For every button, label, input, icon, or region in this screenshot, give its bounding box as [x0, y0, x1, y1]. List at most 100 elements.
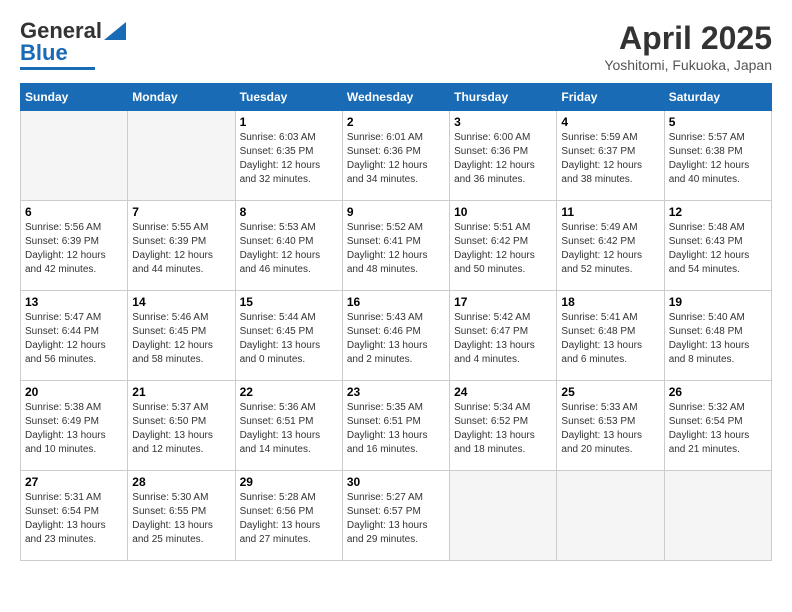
- calendar-day-cell: 13Sunrise: 5:47 AMSunset: 6:44 PMDayligh…: [21, 291, 128, 381]
- calendar-day-cell: [128, 111, 235, 201]
- calendar-table: SundayMondayTuesdayWednesdayThursdayFrid…: [20, 83, 772, 561]
- day-of-week-header: Thursday: [450, 84, 557, 111]
- day-info: Sunrise: 5:27 AMSunset: 6:57 PMDaylight:…: [347, 491, 445, 547]
- logo-underline: [20, 67, 95, 70]
- calendar-day-cell: [21, 111, 128, 201]
- day-number: 19: [669, 295, 767, 309]
- calendar-day-cell: 26 Sunrise: 5:32 AMSunset: 6:54 PMDayligh…: [664, 381, 771, 471]
- calendar-week-row: 1 Sunrise: 6:03 AMSunset: 6:35 PMDaylight…: [21, 111, 772, 201]
- calendar-week-row: 6Sunrise: 5:56 AMSunset: 6:39 PMDaylight…: [21, 201, 772, 291]
- day-info: Sunrise: 5:47 AMSunset: 6:44 PMDaylight:…: [25, 311, 123, 367]
- calendar-day-cell: [557, 471, 664, 561]
- day-of-week-header: Sunday: [21, 84, 128, 111]
- calendar-week-row: 27Sunrise: 5:31 AMSunset: 6:54 PMDayligh…: [21, 471, 772, 561]
- day-info: Sunrise: 5:53 AMSunset: 6:40 PMDaylight:…: [240, 221, 338, 277]
- calendar-day-cell: 23 Sunrise: 5:35 AMSunset: 6:51 PMDayligh…: [342, 381, 449, 471]
- calendar-day-cell: 15 Sunrise: 5:44 AMSunset: 6:45 PMDayligh…: [235, 291, 342, 381]
- day-of-week-header: Friday: [557, 84, 664, 111]
- calendar-day-cell: 25 Sunrise: 5:33 AMSunset: 6:53 PMDayligh…: [557, 381, 664, 471]
- calendar-day-cell: 14Sunrise: 5:46 AMSunset: 6:45 PMDayligh…: [128, 291, 235, 381]
- day-info: Sunrise: 5:38 AMSunset: 6:49 PMDaylight:…: [25, 401, 123, 457]
- calendar-day-cell: 28Sunrise: 5:30 AMSunset: 6:55 PMDayligh…: [128, 471, 235, 561]
- day-info: Sunrise: 6:03 AMSunset: 6:35 PMDaylight:…: [240, 131, 338, 187]
- calendar-day-cell: 20 Sunrise: 5:38 AMSunset: 6:49 PMDayligh…: [21, 381, 128, 471]
- logo-blue-text: Blue: [20, 42, 68, 64]
- day-number: 11: [561, 205, 659, 219]
- month-year-title: April 2025: [604, 20, 772, 57]
- day-info: Sunrise: 5:32 AMSunset: 6:54 PMDaylight:…: [669, 401, 767, 457]
- calendar-day-cell: 29Sunrise: 5:28 AMSunset: 6:56 PMDayligh…: [235, 471, 342, 561]
- day-info: Sunrise: 5:42 AMSunset: 6:47 PMDaylight:…: [454, 311, 552, 367]
- day-number: 15: [240, 295, 338, 309]
- day-of-week-header: Saturday: [664, 84, 771, 111]
- day-info: Sunrise: 5:40 AMSunset: 6:48 PMDaylight:…: [669, 311, 767, 367]
- day-info: Sunrise: 5:28 AMSunset: 6:56 PMDaylight:…: [240, 491, 338, 547]
- calendar-day-cell: 24Sunrise: 5:34 AMSunset: 6:52 PMDayligh…: [450, 381, 557, 471]
- day-number: 8: [240, 205, 338, 219]
- calendar-day-cell: 2 Sunrise: 6:01 AMSunset: 6:36 PMDaylight…: [342, 111, 449, 201]
- day-info: Sunrise: 6:00 AMSunset: 6:36 PMDaylight:…: [454, 131, 552, 187]
- day-number: 2: [347, 115, 445, 129]
- logo: General Blue: [20, 20, 126, 70]
- day-number: 21: [132, 385, 230, 399]
- day-number: 16: [347, 295, 445, 309]
- calendar-day-cell: 12Sunrise: 5:48 AMSunset: 6:43 PMDayligh…: [664, 201, 771, 291]
- day-number: 4: [561, 115, 659, 129]
- day-number: 22: [240, 385, 338, 399]
- day-number: 9: [347, 205, 445, 219]
- day-info: Sunrise: 5:49 AMSunset: 6:42 PMDaylight:…: [561, 221, 659, 277]
- day-number: 28: [132, 475, 230, 489]
- calendar-day-cell: 27Sunrise: 5:31 AMSunset: 6:54 PMDayligh…: [21, 471, 128, 561]
- day-number: 1: [240, 115, 338, 129]
- day-number: 14: [132, 295, 230, 309]
- title-block: April 2025 Yoshitomi, Fukuoka, Japan: [604, 20, 772, 73]
- day-number: 26: [669, 385, 767, 399]
- day-info: Sunrise: 5:41 AMSunset: 6:48 PMDaylight:…: [561, 311, 659, 367]
- day-info: Sunrise: 5:37 AMSunset: 6:50 PMDaylight:…: [132, 401, 230, 457]
- day-number: 25: [561, 385, 659, 399]
- day-info: Sunrise: 5:33 AMSunset: 6:53 PMDaylight:…: [561, 401, 659, 457]
- day-info: Sunrise: 6:01 AMSunset: 6:36 PMDaylight:…: [347, 131, 445, 187]
- calendar-week-row: 13Sunrise: 5:47 AMSunset: 6:44 PMDayligh…: [21, 291, 772, 381]
- day-info: Sunrise: 5:44 AMSunset: 6:45 PMDaylight:…: [240, 311, 338, 367]
- calendar-day-cell: 11 Sunrise: 5:49 AMSunset: 6:42 PMDayligh…: [557, 201, 664, 291]
- day-info: Sunrise: 5:57 AMSunset: 6:38 PMDaylight:…: [669, 131, 767, 187]
- calendar-day-cell: 5 Sunrise: 5:57 AMSunset: 6:38 PMDaylight…: [664, 111, 771, 201]
- calendar-day-cell: [450, 471, 557, 561]
- day-number: 3: [454, 115, 552, 129]
- day-number: 7: [132, 205, 230, 219]
- calendar-day-cell: [664, 471, 771, 561]
- day-number: 5: [669, 115, 767, 129]
- day-info: Sunrise: 5:36 AMSunset: 6:51 PMDaylight:…: [240, 401, 338, 457]
- calendar-day-cell: 19 Sunrise: 5:40 AMSunset: 6:48 PMDayligh…: [664, 291, 771, 381]
- day-number: 20: [25, 385, 123, 399]
- calendar-day-cell: 21 Sunrise: 5:37 AMSunset: 6:50 PMDayligh…: [128, 381, 235, 471]
- day-info: Sunrise: 5:43 AMSunset: 6:46 PMDaylight:…: [347, 311, 445, 367]
- calendar-day-cell: 1 Sunrise: 6:03 AMSunset: 6:35 PMDaylight…: [235, 111, 342, 201]
- day-info: Sunrise: 5:31 AMSunset: 6:54 PMDaylight:…: [25, 491, 123, 547]
- logo-arrow-icon: [104, 22, 126, 40]
- calendar-day-cell: 9 Sunrise: 5:52 AMSunset: 6:41 PMDaylight…: [342, 201, 449, 291]
- day-number: 18: [561, 295, 659, 309]
- calendar-day-cell: 6Sunrise: 5:56 AMSunset: 6:39 PMDaylight…: [21, 201, 128, 291]
- day-number: 24: [454, 385, 552, 399]
- calendar-week-row: 20 Sunrise: 5:38 AMSunset: 6:49 PMDayligh…: [21, 381, 772, 471]
- day-info: Sunrise: 5:52 AMSunset: 6:41 PMDaylight:…: [347, 221, 445, 277]
- day-of-week-header: Wednesday: [342, 84, 449, 111]
- calendar-day-cell: 10 Sunrise: 5:51 AMSunset: 6:42 PMDayligh…: [450, 201, 557, 291]
- day-of-week-header: Tuesday: [235, 84, 342, 111]
- calendar-day-cell: 4Sunrise: 5:59 AMSunset: 6:37 PMDaylight…: [557, 111, 664, 201]
- calendar-day-cell: 16 Sunrise: 5:43 AMSunset: 6:46 PMDayligh…: [342, 291, 449, 381]
- calendar-day-cell: 30Sunrise: 5:27 AMSunset: 6:57 PMDayligh…: [342, 471, 449, 561]
- calendar-day-cell: 22 Sunrise: 5:36 AMSunset: 6:51 PMDayligh…: [235, 381, 342, 471]
- day-number: 23: [347, 385, 445, 399]
- day-info: Sunrise: 5:35 AMSunset: 6:51 PMDaylight:…: [347, 401, 445, 457]
- calendar-day-cell: 8 Sunrise: 5:53 AMSunset: 6:40 PMDaylight…: [235, 201, 342, 291]
- day-info: Sunrise: 5:51 AMSunset: 6:42 PMDaylight:…: [454, 221, 552, 277]
- calendar-day-cell: 3 Sunrise: 6:00 AMSunset: 6:36 PMDaylight…: [450, 111, 557, 201]
- calendar-header-row: SundayMondayTuesdayWednesdayThursdayFrid…: [21, 84, 772, 111]
- logo-text: General: [20, 20, 102, 42]
- day-of-week-header: Monday: [128, 84, 235, 111]
- calendar-day-cell: 7Sunrise: 5:55 AMSunset: 6:39 PMDaylight…: [128, 201, 235, 291]
- day-number: 10: [454, 205, 552, 219]
